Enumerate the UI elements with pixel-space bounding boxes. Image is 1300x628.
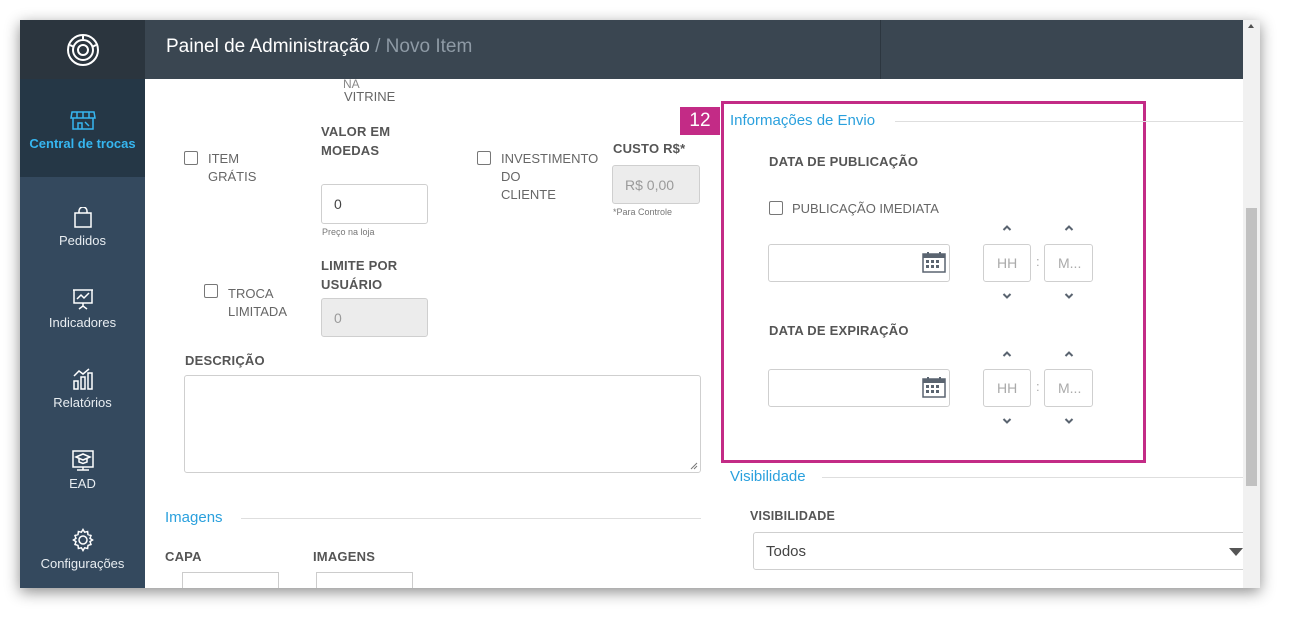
data-publicacao-label: DATA DE PUBLICAÇÃO bbox=[769, 154, 919, 169]
envio-section-rule bbox=[895, 121, 1243, 122]
visibilidade-select[interactable]: Todos bbox=[753, 532, 1243, 570]
descricao-label: DESCRIÇÃO bbox=[185, 353, 265, 368]
preco-na-loja-hint: Preço na loja bbox=[322, 227, 375, 237]
shopping-bag-icon bbox=[73, 207, 92, 228]
sidebar-item-ead[interactable]: EAD bbox=[20, 448, 145, 528]
sidebar-item-label: EAD bbox=[69, 476, 96, 491]
troca-limitada-label: TROCA LIMITADA bbox=[228, 286, 287, 319]
time-separator: : bbox=[1036, 254, 1040, 269]
visibilidade-label: VISIBILIDADE bbox=[750, 509, 836, 523]
expiracao-hour-up-icon[interactable] bbox=[1002, 349, 1012, 359]
sidebar-item-label: Configurações bbox=[40, 556, 125, 571]
sidebar-item-indicadores[interactable]: Indicadores bbox=[20, 287, 145, 367]
sidebar-item-label: Relatórios bbox=[53, 395, 112, 410]
data-expiracao-label: DATA DE EXPIRAÇÃO bbox=[769, 323, 909, 338]
valor-em-moedas-input[interactable]: 0 bbox=[321, 184, 428, 224]
logo[interactable] bbox=[20, 20, 145, 79]
expiracao-minute-up-icon[interactable] bbox=[1064, 349, 1074, 359]
calendar-icon[interactable] bbox=[922, 376, 946, 398]
presentation-chart-icon bbox=[72, 289, 93, 310]
publicacao-imediata-label: PUBLICAÇÃO IMEDIATA bbox=[792, 201, 939, 216]
limite-por-usuario-input[interactable]: 0 bbox=[321, 298, 428, 337]
visibilidade-section-rule bbox=[822, 477, 1243, 478]
vertical-scrollbar[interactable] bbox=[1243, 20, 1260, 588]
vitrine-label: VITRINE bbox=[344, 89, 396, 104]
informacoes-envio-section-title: Informações de Envio bbox=[730, 112, 876, 129]
imagens-section-title: Imagens bbox=[165, 509, 223, 526]
scroll-up-icon[interactable] bbox=[1248, 24, 1254, 28]
gear-icon bbox=[71, 528, 94, 552]
imagens-upload-box[interactable] bbox=[316, 572, 413, 588]
expiracao-hour-input[interactable]: HH bbox=[983, 369, 1031, 407]
app-window: Painel de Administração / Novo Item Cent… bbox=[20, 20, 1260, 588]
sidebar-item-relatorios[interactable]: Relatórios bbox=[20, 367, 145, 447]
calendar-icon[interactable] bbox=[922, 251, 946, 273]
resize-handle-icon[interactable] bbox=[689, 461, 698, 470]
sidebar: Central de trocas Pedidos Indicadores Re… bbox=[20, 79, 145, 588]
bar-chart-icon bbox=[72, 368, 93, 390]
publicacao-minute-input[interactable]: M... bbox=[1044, 244, 1093, 282]
sidebar-item-label: Indicadores bbox=[48, 315, 117, 330]
minute-up-icon[interactable] bbox=[1064, 223, 1074, 233]
item-gratis-label: ITEM GRÁTIS bbox=[208, 151, 257, 184]
expiracao-minute-down-icon[interactable] bbox=[1064, 416, 1074, 426]
graduation-cap-icon bbox=[71, 450, 94, 471]
topbar-divider bbox=[880, 20, 881, 79]
investimento-cliente-checkbox[interactable] bbox=[477, 151, 491, 165]
sidebar-item-pedidos[interactable]: Pedidos bbox=[20, 207, 145, 287]
store-icon bbox=[69, 111, 96, 130]
logo-icon bbox=[66, 33, 99, 66]
troca-limitada-checkbox[interactable] bbox=[204, 284, 218, 298]
investimento-cliente-label: INVESTIMENTO DO CLIENTE bbox=[501, 151, 599, 202]
custo-label: CUSTO R$* bbox=[613, 141, 686, 156]
capa-label: CAPA bbox=[165, 549, 202, 564]
expiracao-minute-input[interactable]: M... bbox=[1044, 369, 1093, 407]
limite-por-usuario-label: LIMITE POR USUÁRIO bbox=[321, 258, 398, 292]
top-bar: Painel de Administração / Novo Item bbox=[20, 20, 1243, 79]
page-title: Painel de Administração / Novo Item bbox=[166, 36, 472, 58]
hour-up-icon[interactable] bbox=[1002, 223, 1012, 233]
sidebar-item-central-de-trocas[interactable]: Central de trocas bbox=[20, 79, 145, 177]
page-title-text: Painel de Administração bbox=[166, 36, 370, 57]
capa-upload-box[interactable] bbox=[182, 572, 279, 588]
visibilidade-selected-value: Todos bbox=[766, 542, 807, 560]
imagens-section-rule bbox=[241, 518, 701, 519]
hour-down-icon[interactable] bbox=[1002, 291, 1012, 301]
custo-input[interactable]: R$ 0,00 bbox=[612, 165, 700, 204]
publicacao-hour-input[interactable]: HH bbox=[983, 244, 1031, 282]
sidebar-item-label: Central de trocas bbox=[29, 136, 136, 151]
visibilidade-section-title: Visibilidade bbox=[730, 468, 806, 485]
sidebar-item-configuracoes[interactable]: Configurações bbox=[20, 528, 145, 588]
para-controle-hint: *Para Controle bbox=[613, 207, 673, 217]
scrollbar-thumb[interactable] bbox=[1246, 208, 1257, 486]
item-gratis-checkbox[interactable] bbox=[184, 151, 198, 165]
step-badge: 12 bbox=[680, 107, 720, 135]
publicacao-imediata-checkbox[interactable] bbox=[769, 201, 783, 215]
main-content: NA VITRINE ITEM GRÁTIS VALOR EM MOEDAS 0… bbox=[145, 79, 1243, 588]
expiracao-hour-down-icon[interactable] bbox=[1002, 416, 1012, 426]
time-separator: : bbox=[1036, 379, 1040, 394]
descricao-textarea[interactable] bbox=[184, 375, 701, 473]
valor-em-moedas-label: VALOR EM MOEDAS bbox=[321, 124, 391, 158]
chevron-down-icon bbox=[1229, 548, 1243, 556]
sidebar-item-label: Pedidos bbox=[59, 233, 106, 248]
breadcrumb-current: / Novo Item bbox=[369, 36, 473, 57]
imagens-label: IMAGENS bbox=[313, 549, 376, 564]
minute-down-icon[interactable] bbox=[1064, 291, 1074, 301]
